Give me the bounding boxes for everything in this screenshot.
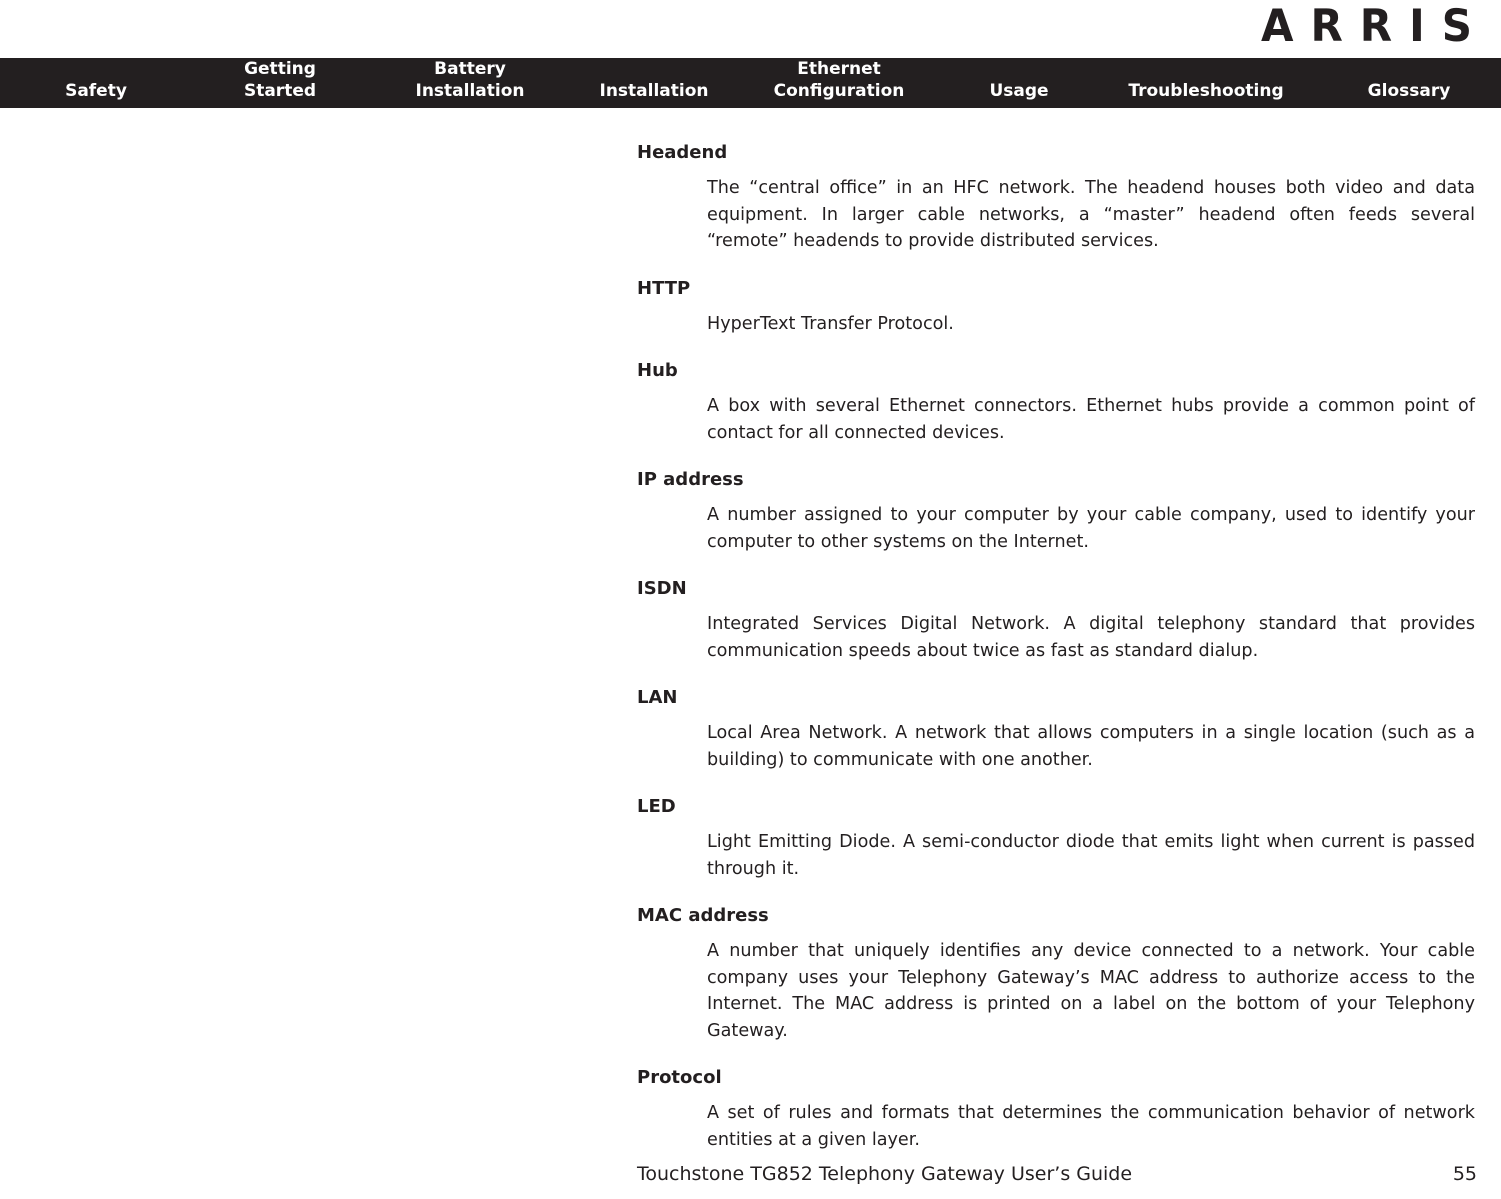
glossary-term: LED <box>637 796 676 817</box>
nav-item-battery-installation[interactable]: Battery Installation <box>415 58 524 102</box>
glossary-term: LAN <box>637 687 678 708</box>
nav-item-safety[interactable]: Safety <box>65 80 127 102</box>
glossary-term: Protocol <box>637 1067 722 1088</box>
glossary-entry: ISDN Integrated Services Digital Network.… <box>637 576 1477 664</box>
glossary-term: Hub <box>637 360 678 381</box>
glossary-entry: Headend The “central office” in an HFC ne… <box>637 140 1477 255</box>
footer-document-title: Touchstone TG852 Telephony Gateway User’… <box>637 1163 1133 1185</box>
nav-item-getting-started[interactable]: Getting Started <box>244 58 316 102</box>
glossary-definition: Local Area Network. A network that allow… <box>707 723 1475 770</box>
glossary-term: MAC address <box>637 905 769 926</box>
nav-item-installation[interactable]: Installation <box>599 80 708 102</box>
glossary-entry: LED Light Emitting Diode. A semi-conducto… <box>637 794 1477 882</box>
glossary-definition: HyperText Transfer Protocol. <box>707 313 954 334</box>
glossary-definition: A set of rules and formats that determin… <box>707 1103 1475 1150</box>
arris-logo-text: ARRIS <box>1260 0 1489 52</box>
glossary-definition: Light Emitting Diode. A semi-conductor d… <box>707 832 1475 879</box>
glossary-content: Headend The “central office” in an HFC ne… <box>637 140 1477 1174</box>
glossary-entry: Hub A box with several Ethernet connector… <box>637 358 1477 446</box>
glossary-definition: A number assigned to your computer by yo… <box>707 505 1475 552</box>
chapter-navigation-bar: Safety Getting Started Battery Installatio… <box>0 58 1501 108</box>
nav-item-troubleshooting[interactable]: Troubleshooting <box>1128 80 1283 102</box>
glossary-definition: The “central office” in an HFC network. … <box>707 178 1475 251</box>
glossary-definition: A box with several Ethernet connectors. … <box>707 396 1475 443</box>
glossary-entry: MAC address A number that uniquely identi… <box>637 903 1477 1044</box>
glossary-definition: Integrated Services Digital Network. A d… <box>707 614 1475 661</box>
glossary-entry: Protocol A set of rules and formats that … <box>637 1065 1477 1153</box>
glossary-term: IP address <box>637 469 744 490</box>
glossary-term: Headend <box>637 142 728 163</box>
glossary-entry: LAN Local Area Network. A network that al… <box>637 685 1477 773</box>
glossary-entry: HTTP HyperText Transfer Protocol. <box>637 276 1477 338</box>
nav-item-ethernet-configuration[interactable]: Ethernet Configuration <box>774 58 905 102</box>
page-footer: Touchstone TG852 Telephony Gateway User’… <box>637 1163 1477 1185</box>
glossary-definition: A number that uniquely identifies any de… <box>707 941 1475 1041</box>
arris-logo: ARRIS <box>1255 0 1489 52</box>
nav-item-glossary[interactable]: Glossary <box>1368 80 1451 102</box>
glossary-term: ISDN <box>637 578 687 599</box>
glossary-term: HTTP <box>637 277 691 299</box>
nav-item-usage[interactable]: Usage <box>989 80 1048 102</box>
glossary-entry: IP address A number assigned to your comp… <box>637 467 1477 555</box>
footer-page-number: 55 <box>1452 1163 1477 1185</box>
